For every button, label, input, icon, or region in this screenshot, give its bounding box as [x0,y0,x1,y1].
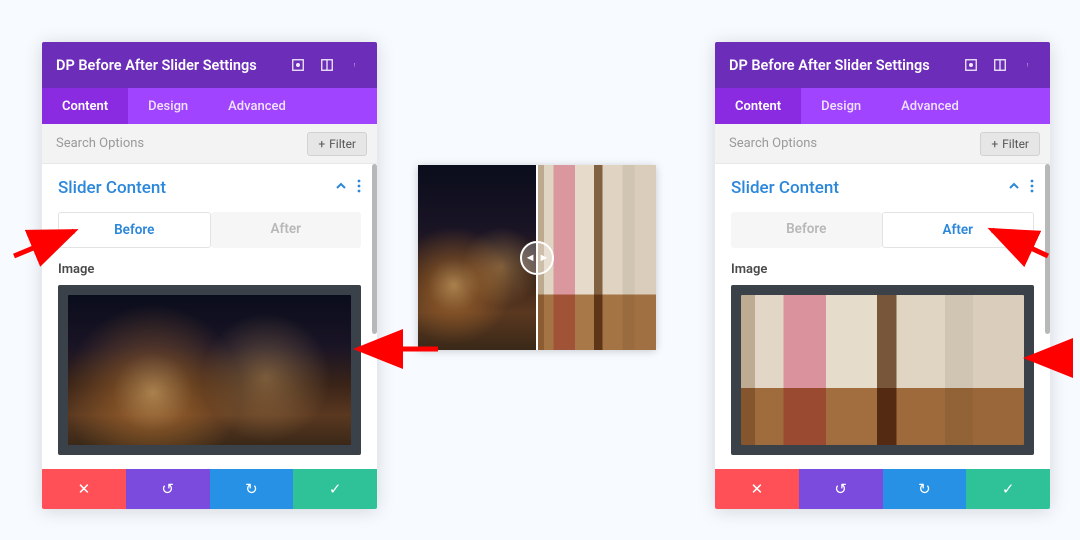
panel-title: DP Before After Slider Settings [56,57,290,74]
slider-preview[interactable]: ◄ ► [418,165,656,350]
tab-content[interactable]: Content [42,88,128,124]
subtab-before[interactable]: Before [58,212,211,248]
section-header-actions [335,179,361,197]
more-icon[interactable] [1021,58,1036,73]
tab-design[interactable]: Design [801,88,881,124]
titlebar-actions [963,58,1036,73]
settings-panel-before: DP Before After Slider Settings Content … [42,42,377,509]
before-image-preview [68,295,351,445]
tab-design[interactable]: Design [128,88,208,124]
section-header-actions [1008,179,1034,197]
undo-button[interactable]: ↺ [126,469,210,509]
preview-after-half [537,165,656,350]
filter-label: Filter [1002,137,1029,151]
section-header[interactable]: Slider Content [58,178,361,198]
subtab-before[interactable]: Before [731,212,882,248]
close-icon: ✕ [78,480,91,498]
more-vert-icon[interactable] [1030,179,1034,197]
undo-icon: ↺ [834,480,847,498]
undo-button[interactable]: ↺ [799,469,883,509]
cancel-button[interactable]: ✕ [715,469,799,509]
expand-icon[interactable] [290,58,305,73]
expand-icon[interactable] [963,58,978,73]
redo-icon: ↻ [918,480,931,498]
plus-icon: + [991,137,998,151]
titlebar: DP Before After Slider Settings [715,42,1050,88]
redo-button[interactable]: ↻ [883,469,967,509]
check-icon: ✓ [1002,480,1015,498]
more-vert-icon[interactable] [357,179,361,197]
close-icon: ✕ [751,480,764,498]
tab-content[interactable]: Content [715,88,801,124]
plus-icon: + [318,137,325,151]
filter-label: Filter [329,137,356,151]
save-button[interactable]: ✓ [293,469,377,509]
image-field-label: Image [58,262,361,277]
before-after-tabs: Before After [58,212,361,248]
panel-footer: ✕ ↺ ↻ ✓ [42,469,377,509]
cancel-button[interactable]: ✕ [42,469,126,509]
section-title: Slider Content [731,178,1008,198]
search-input[interactable]: Search Options [52,136,307,151]
section-slider-content: Slider Content Before After Image [42,164,377,463]
section-slider-content: Slider Content Before After Image [715,164,1050,463]
settings-panel-after: DP Before After Slider Settings Content … [715,42,1050,509]
scrollbar[interactable] [1045,164,1050,334]
search-row: Search Options + Filter [42,124,377,164]
after-image-preview [741,295,1024,445]
image-field-label: Image [731,262,1034,277]
chevron-up-icon[interactable] [335,180,347,196]
tab-advanced[interactable]: Advanced [881,88,979,124]
panel-footer: ✕ ↺ ↻ ✓ [715,469,1050,509]
columns-icon[interactable] [992,58,1007,73]
tab-advanced[interactable]: Advanced [208,88,306,124]
filter-button[interactable]: + Filter [307,132,367,156]
section-title: Slider Content [58,178,335,198]
before-after-tabs: Before After [731,212,1034,248]
image-upload-area[interactable] [731,285,1034,455]
subtab-after[interactable]: After [211,212,362,248]
slider-handle[interactable]: ◄ ► [520,241,554,275]
titlebar: DP Before After Slider Settings [42,42,377,88]
redo-icon: ↻ [245,480,258,498]
columns-icon[interactable] [319,58,334,73]
save-button[interactable]: ✓ [966,469,1050,509]
search-input[interactable]: Search Options [725,136,980,151]
redo-button[interactable]: ↻ [210,469,294,509]
main-tabs: Content Design Advanced [715,88,1050,124]
chevron-up-icon[interactable] [1008,180,1020,196]
scrollbar[interactable] [372,164,377,334]
arrow-left-icon: ◄ [525,251,536,264]
main-tabs: Content Design Advanced [42,88,377,124]
panel-title: DP Before After Slider Settings [729,57,963,74]
check-icon: ✓ [329,480,342,498]
more-icon[interactable] [348,58,363,73]
section-header[interactable]: Slider Content [731,178,1034,198]
filter-button[interactable]: + Filter [980,132,1040,156]
undo-icon: ↺ [161,480,174,498]
image-upload-area[interactable] [58,285,361,455]
arrow-right-icon: ► [539,251,550,264]
search-row: Search Options + Filter [715,124,1050,164]
titlebar-actions [290,58,363,73]
subtab-after[interactable]: After [882,212,1035,248]
